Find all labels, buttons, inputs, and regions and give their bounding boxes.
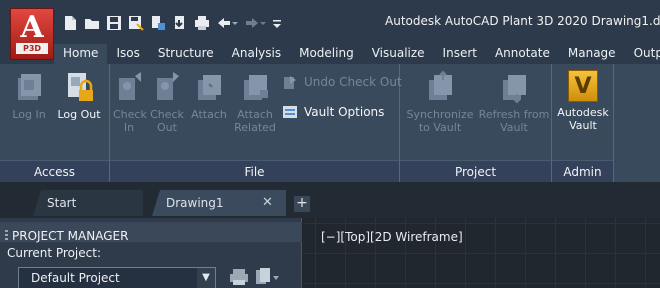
- open-from-web-icon[interactable]: [150, 15, 166, 31]
- drag-grip-icon[interactable]: [5, 230, 8, 242]
- check-in-button[interactable]: Check In: [113, 70, 147, 134]
- title-bar: A P3D Autodesk AutoCAD Plant 3D 2020 Dra…: [0, 0, 660, 64]
- panel-access: Log In Log Out Access: [0, 64, 110, 182]
- new-tab-button[interactable]: +: [294, 196, 310, 212]
- tab-home[interactable]: Home: [54, 44, 108, 64]
- vault-logo-icon: V: [568, 70, 598, 102]
- open-folder-icon[interactable]: [84, 15, 100, 31]
- project-toolbar: [228, 268, 280, 286]
- vault-options-button[interactable]: Vault Options: [282, 104, 384, 120]
- panel-admin: V Autodesk Vault Admin: [552, 64, 614, 182]
- panel-file: Check In Check Out Attach Attach Related…: [110, 64, 402, 182]
- vault-options-label: Vault Options: [304, 105, 385, 119]
- tab-visualize[interactable]: Visualize: [363, 44, 434, 64]
- chevron-down-icon[interactable]: ▼: [197, 268, 215, 288]
- undo-check-out-icon: [284, 76, 296, 89]
- log-in-button[interactable]: Log In: [10, 70, 48, 121]
- tab-structure[interactable]: Structure: [149, 44, 223, 64]
- save-icon[interactable]: [106, 15, 122, 31]
- current-project-label: Current Project:: [7, 246, 101, 260]
- print-icon[interactable]: [228, 268, 250, 286]
- panel-access-label: Access: [0, 160, 109, 182]
- vault-options-icon: [283, 106, 297, 118]
- viewport-controls-label[interactable]: [−][Top][2D Wireframe]: [321, 230, 463, 244]
- current-project-dropdown[interactable]: Default Project ▼: [18, 267, 216, 288]
- project-manager-title: PROJECT MANAGER: [12, 229, 129, 243]
- app-logo-letter: A: [20, 10, 44, 45]
- undo-check-out-label: Undo Check Out: [304, 75, 402, 89]
- ribbon: Log In Log Out Access Check In Check Out: [0, 64, 660, 182]
- attach-label: Attach: [191, 108, 227, 121]
- panel-admin-label: Admin: [552, 160, 613, 182]
- close-tab-icon[interactable]: ✕: [262, 190, 273, 216]
- panel-file-label: File: [110, 160, 399, 182]
- ribbon-tab-bar: Home Isos Structure Analysis Modeling Vi…: [54, 44, 660, 64]
- tab-output[interactable]: Output: [625, 44, 660, 64]
- refresh-icon: [503, 75, 526, 104]
- project-manager-header[interactable]: PROJECT MANAGER: [0, 222, 302, 243]
- logout-lock-icon: [68, 73, 93, 101]
- redo-icon[interactable]: [244, 15, 266, 31]
- tab-analysis[interactable]: Analysis: [223, 44, 290, 64]
- vault-logo-letter: V: [574, 74, 592, 99]
- tab-annotate[interactable]: Annotate: [486, 44, 559, 64]
- refresh-from-vault-button[interactable]: Refresh from Vault: [478, 70, 550, 134]
- check-in-label: Check In: [113, 108, 147, 134]
- synchronize-icon: [429, 70, 452, 100]
- file-tab-drawing1-label: Drawing1: [166, 196, 224, 210]
- save-as-icon[interactable]: [128, 15, 144, 31]
- attach-related-label: Attach Related: [234, 108, 276, 134]
- window-title: Autodesk AutoCAD Plant 3D 2020 Drawing1.…: [385, 14, 660, 28]
- app-logo-badge: P3D: [16, 43, 48, 54]
- login-icon: [18, 74, 41, 100]
- attach-icon: [198, 75, 221, 100]
- current-project-value: Default Project: [31, 271, 120, 285]
- plot-icon[interactable]: [194, 15, 210, 31]
- file-tab-start[interactable]: Start: [33, 190, 143, 216]
- application-menu-button[interactable]: A P3D: [10, 8, 54, 60]
- drawing-viewport[interactable]: [−][Top][2D Wireframe]: [303, 218, 660, 288]
- check-out-label: Check Out: [150, 108, 184, 134]
- check-out-button[interactable]: Check Out: [150, 70, 184, 134]
- attach-button[interactable]: Attach: [188, 70, 230, 121]
- save-to-web-icon[interactable]: [172, 15, 188, 31]
- publish-dropdown-icon[interactable]: [254, 268, 280, 286]
- attach-related-icon: [244, 75, 268, 100]
- log-out-button[interactable]: Log Out: [54, 70, 104, 121]
- autodesk-vault-label: Autodesk Vault: [557, 106, 609, 132]
- new-file-icon[interactable]: [62, 15, 78, 31]
- attach-related-button[interactable]: Attach Related: [232, 70, 278, 134]
- check-in-icon: [119, 72, 141, 100]
- tab-isos[interactable]: Isos: [107, 44, 148, 64]
- undo-icon[interactable]: [216, 15, 238, 31]
- tab-insert[interactable]: Insert: [434, 44, 486, 64]
- quick-access-toolbar: [62, 12, 288, 34]
- customize-toolbar-icon[interactable]: [272, 15, 282, 31]
- log-in-label: Log In: [12, 108, 46, 121]
- synchronize-label: Synchronize to Vault: [406, 108, 474, 134]
- autodesk-vault-button[interactable]: V Autodesk Vault: [556, 70, 610, 132]
- file-tab-bar: Start Drawing1 ✕ +: [0, 182, 660, 218]
- project-manager-palette: PROJECT MANAGER Current Project: Default…: [0, 218, 302, 288]
- undo-check-out-button[interactable]: Undo Check Out: [282, 74, 402, 90]
- synchronize-to-vault-button[interactable]: Synchronize to Vault: [404, 70, 476, 134]
- refresh-label: Refresh from Vault: [478, 108, 550, 134]
- check-out-icon: [157, 72, 179, 100]
- log-out-label: Log Out: [57, 108, 101, 121]
- tab-modeling[interactable]: Modeling: [290, 44, 363, 64]
- panel-project: Synchronize to Vault Refresh from Vault …: [400, 64, 552, 182]
- panel-project-label: Project: [400, 160, 551, 182]
- tab-manage[interactable]: Manage: [559, 44, 625, 64]
